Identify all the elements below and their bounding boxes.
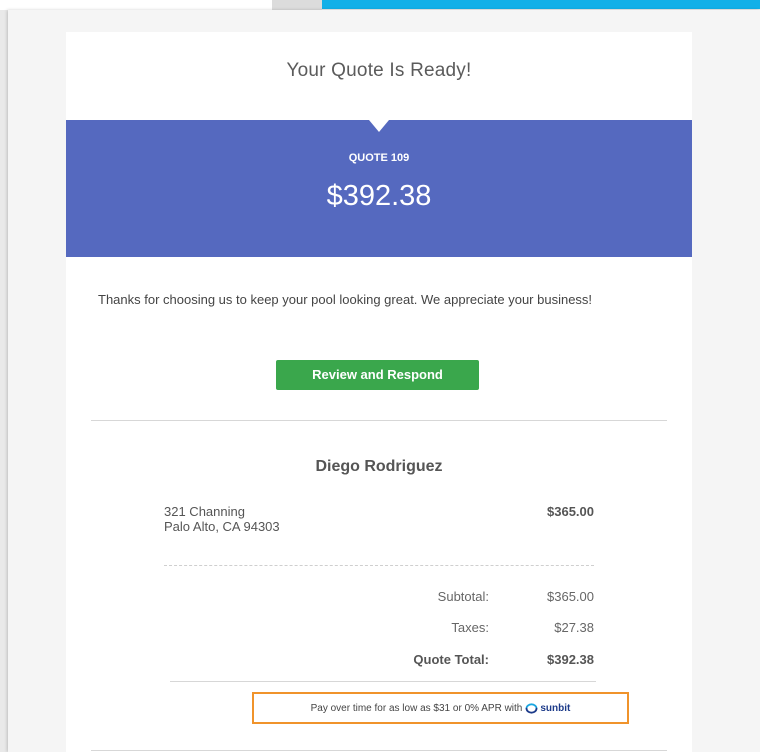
review-and-respond-button[interactable]: Review and Respond (276, 360, 479, 390)
subtotal-label: Subtotal: (437, 589, 489, 604)
financing-offer[interactable]: Pay over time for as low as $31 or 0% AP… (252, 692, 629, 724)
top-strip-divider (272, 0, 322, 10)
quote-number: QUOTE 109 (348, 152, 410, 164)
thanks-message: Thanks for choosing us to keep your pool… (98, 292, 593, 307)
top-strip-left (0, 0, 272, 10)
sunbit-logo: sunbit (525, 703, 570, 714)
quote-total-label: Quote Total: (413, 652, 489, 667)
totals-divider (170, 681, 596, 682)
dashed-divider (164, 565, 594, 566)
subtotal-value: $365.00 (547, 589, 594, 604)
quote-email: Your Quote Is Ready! QUOTE 109 $392.38 T… (66, 32, 692, 752)
quote-banner: QUOTE 109 $392.38 (66, 120, 692, 257)
bottom-divider (91, 750, 667, 751)
banner-notch (369, 120, 389, 132)
taxes-value: $27.38 (554, 620, 594, 635)
section-divider (91, 420, 667, 421)
email-preview-pane: Your Quote Is Ready! QUOTE 109 $392.38 T… (8, 10, 760, 752)
address-line-1: 321 Channing (164, 504, 245, 519)
customer-name: Diego Rodriguez (315, 458, 443, 475)
email-headline: Your Quote Is Ready! (286, 60, 472, 81)
customer-address: 321 Channing Palo Alto, CA 94303 (164, 504, 280, 534)
financing-text: Pay over time for as low as $31 or 0% AP… (310, 702, 523, 714)
taxes-label: Taxes: (451, 620, 489, 635)
quote-total-value: $392.38 (547, 652, 594, 667)
top-accent-bar (322, 0, 760, 9)
sunbit-brand-text: sunbit (540, 702, 571, 714)
quote-amount: $392.38 (326, 180, 432, 212)
sunbit-logo-icon (525, 702, 538, 714)
line-item-amount: $365.00 (547, 504, 594, 519)
address-line-2: Palo Alto, CA 94303 (164, 519, 280, 534)
